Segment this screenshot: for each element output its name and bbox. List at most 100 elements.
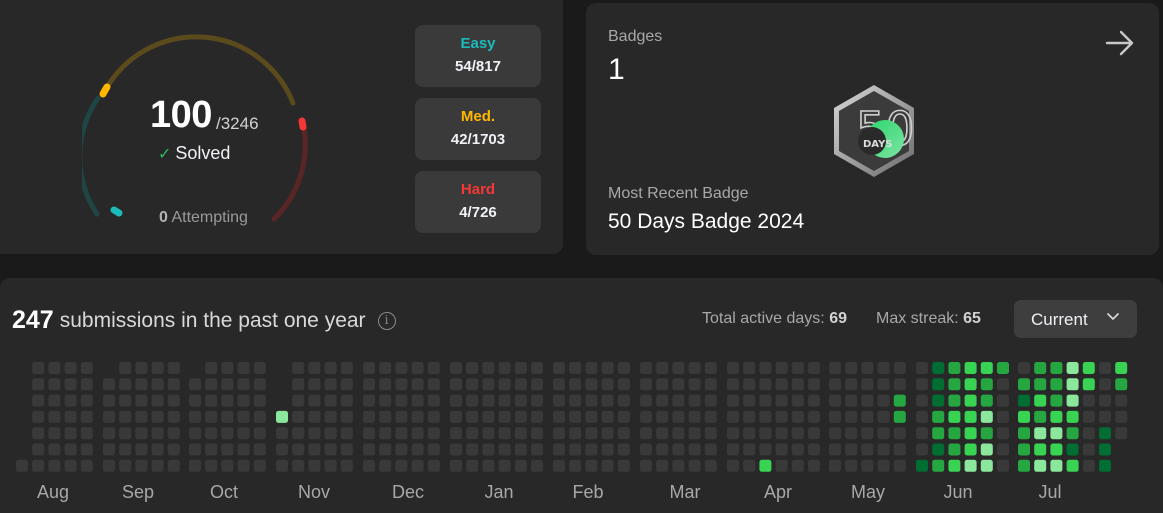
heatmap-day-cell[interactable] [1066, 410, 1079, 423]
heatmap-day-cell[interactable] [1082, 427, 1095, 440]
heatmap-day-cell[interactable] [151, 378, 164, 391]
heatmap-day-cell[interactable] [727, 410, 739, 423]
heatmap-day-cell[interactable] [759, 410, 772, 423]
heatmap-day-cell[interactable] [340, 394, 353, 407]
heatmap-day-cell[interactable] [379, 459, 392, 472]
heatmap-day-cell[interactable] [877, 378, 890, 391]
heatmap-day-cell[interactable] [688, 427, 701, 440]
difficulty-hard[interactable]: Hard 4/726 [415, 171, 541, 233]
heatmap-day-cell[interactable] [16, 459, 28, 472]
heatmap-day-cell[interactable] [617, 410, 630, 423]
heatmap-day-cell[interactable] [553, 459, 565, 472]
heatmap-day-cell[interactable] [221, 378, 234, 391]
heatmap-day-cell[interactable] [893, 459, 906, 472]
heatmap-day-cell[interactable] [845, 378, 858, 391]
heatmap-day-cell[interactable] [1018, 459, 1030, 472]
heatmap-day-cell[interactable] [103, 410, 115, 423]
heatmap-day-cell[interactable] [585, 394, 598, 407]
heatmap-day-cell[interactable] [743, 410, 756, 423]
heatmap-day-cell[interactable] [980, 394, 993, 407]
heatmap-day-cell[interactable] [672, 443, 685, 456]
heatmap-day-cell[interactable] [466, 410, 479, 423]
heatmap-day-cell[interactable] [135, 427, 148, 440]
heatmap-day-cell[interactable] [829, 378, 841, 391]
heatmap-day-cell[interactable] [32, 362, 45, 374]
heatmap-day-cell[interactable] [569, 362, 582, 374]
heatmap-day-cell[interactable] [932, 427, 945, 440]
heatmap-day-cell[interactable] [775, 459, 788, 472]
heatmap-day-cell[interactable] [64, 427, 77, 440]
heatmap-day-cell[interactable] [775, 443, 788, 456]
heatmap-day-cell[interactable] [759, 362, 772, 374]
heatmap-day-cell[interactable] [237, 410, 250, 423]
heatmap-day-cell[interactable] [450, 443, 462, 456]
heatmap-day-cell[interactable] [727, 394, 739, 407]
heatmap-day-cell[interactable] [237, 362, 250, 374]
heatmap-day-cell[interactable] [829, 362, 841, 374]
heatmap-day-cell[interactable] [363, 427, 375, 440]
heatmap-day-cell[interactable] [237, 378, 250, 391]
heatmap-day-cell[interactable] [32, 427, 45, 440]
heatmap-day-cell[interactable] [845, 362, 858, 374]
heatmap-day-cell[interactable] [292, 362, 305, 374]
heatmap-day-cell[interactable] [672, 362, 685, 374]
heatmap-day-cell[interactable] [601, 394, 614, 407]
heatmap-day-cell[interactable] [1099, 378, 1111, 391]
heatmap-day-cell[interactable] [704, 410, 717, 423]
heatmap-day-cell[interactable] [1066, 427, 1079, 440]
heatmap-day-cell[interactable] [119, 362, 132, 374]
heatmap-day-cell[interactable] [553, 362, 565, 374]
heatmap-day-cell[interactable] [861, 459, 874, 472]
heatmap-day-cell[interactable] [167, 378, 180, 391]
heatmap-day-cell[interactable] [656, 362, 669, 374]
heatmap-day-cell[interactable] [48, 362, 61, 374]
heatmap-day-cell[interactable] [932, 378, 945, 391]
heatmap-day-cell[interactable] [791, 362, 804, 374]
heatmap-day-cell[interactable] [151, 362, 164, 374]
heatmap-day-cell[interactable] [1034, 443, 1047, 456]
heatmap-day-cell[interactable] [585, 378, 598, 391]
heatmap-day-cell[interactable] [292, 410, 305, 423]
heatmap-day-cell[interactable] [167, 410, 180, 423]
heatmap-day-cell[interactable] [379, 362, 392, 374]
heatmap-day-cell[interactable] [553, 443, 565, 456]
heatmap-day-cell[interactable] [845, 443, 858, 456]
heatmap-day-cell[interactable] [964, 459, 977, 472]
heatmap-day-cell[interactable] [640, 443, 652, 456]
heatmap-day-cell[interactable] [340, 378, 353, 391]
heatmap-day-cell[interactable] [427, 459, 440, 472]
heatmap-day-cell[interactable] [877, 427, 890, 440]
heatmap-day-cell[interactable] [189, 427, 201, 440]
heatmap-day-cell[interactable] [845, 427, 858, 440]
heatmap-day-cell[interactable] [656, 427, 669, 440]
heatmap-day-cell[interactable] [498, 443, 511, 456]
heatmap-day-cell[interactable] [617, 459, 630, 472]
heatmap-day-cell[interactable] [704, 443, 717, 456]
heatmap-day-cell[interactable] [672, 394, 685, 407]
heatmap-day-cell[interactable] [688, 459, 701, 472]
heatmap-day-cell[interactable] [363, 443, 375, 456]
heatmap-day-cell[interactable] [411, 410, 424, 423]
heatmap-day-cell[interactable] [103, 378, 115, 391]
heatmap-day-cell[interactable] [997, 410, 1009, 423]
heatmap-day-cell[interactable] [617, 378, 630, 391]
heatmap-day-cell[interactable] [964, 362, 977, 374]
heatmap-day-cell[interactable] [877, 362, 890, 374]
heatmap-day-cell[interactable] [531, 394, 543, 407]
heatmap-day-cell[interactable] [877, 443, 890, 456]
heatmap-day-cell[interactable] [759, 427, 772, 440]
heatmap-day-cell[interactable] [997, 362, 1009, 374]
heatmap-day-cell[interactable] [829, 394, 841, 407]
heatmap-day-cell[interactable] [791, 459, 804, 472]
heatmap-day-cell[interactable] [1115, 394, 1128, 407]
heatmap-day-cell[interactable] [640, 410, 652, 423]
heatmap-day-cell[interactable] [514, 459, 527, 472]
heatmap-day-cell[interactable] [932, 410, 945, 423]
heatmap-day-cell[interactable] [189, 410, 201, 423]
heatmap-day-cell[interactable] [189, 378, 201, 391]
heatmap-day-cell[interactable] [861, 410, 874, 423]
heatmap-day-cell[interactable] [119, 459, 132, 472]
heatmap-day-cell[interactable] [205, 459, 218, 472]
heatmap-day-cell[interactable] [980, 410, 993, 423]
heatmap-day-cell[interactable] [450, 362, 462, 374]
